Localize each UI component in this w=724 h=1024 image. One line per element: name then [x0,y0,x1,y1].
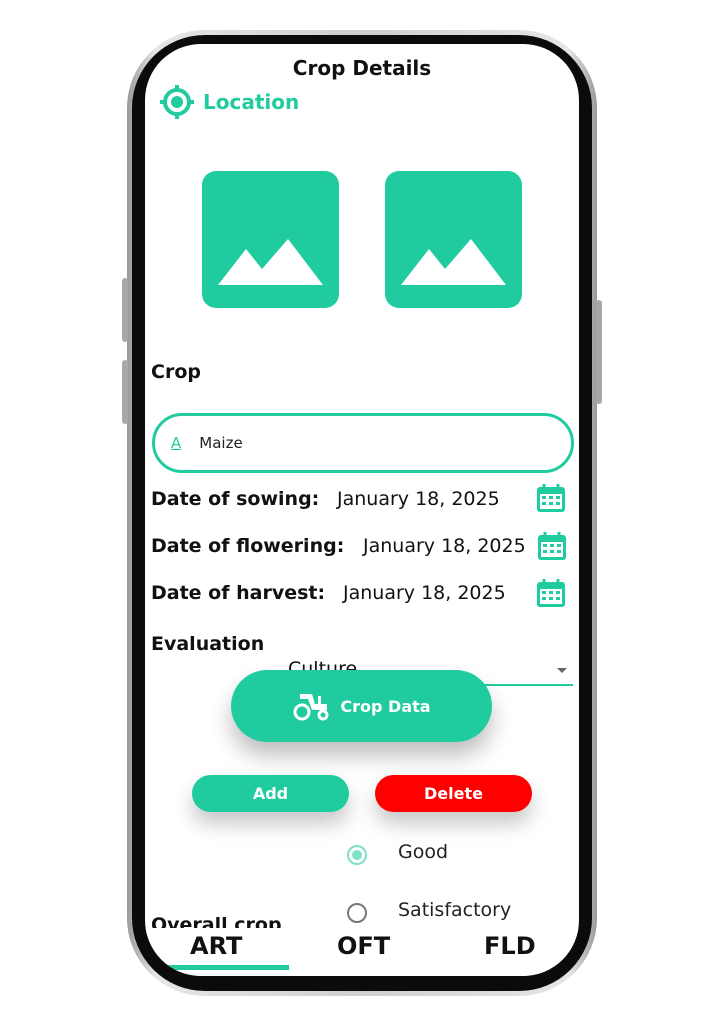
crop-data-label: Crop Data [340,696,431,716]
add-button[interactable]: Add [192,775,349,812]
radio-good-label: Good [398,841,449,863]
crop-image-2[interactable] [385,171,522,308]
delete-button[interactable]: Delete [375,775,532,812]
location-label: Location [203,90,300,114]
crop-value: Maize [199,434,243,452]
tab-fld[interactable]: FLD [484,932,536,960]
volume-up-button [122,278,128,342]
tractor-icon [293,694,329,721]
harvest-label: Date of harvest: [151,582,326,604]
harvest-date[interactable]: January 18, 2025 [343,582,506,604]
calendar-icon[interactable] [535,482,567,514]
screen: Crop Details Location Crop A Maize Date … [145,44,579,976]
image-placeholder-icon [218,239,323,285]
radio-good[interactable] [347,845,367,865]
calendar-icon[interactable] [536,530,568,562]
active-tab-indicator [165,965,289,970]
radio-satisfactory-label: Satisfactory [398,899,512,921]
page-title: Crop Details [292,56,432,80]
dropdown-arrow-icon [557,668,567,673]
text-format-icon: A [171,434,182,452]
sowing-label: Date of sowing: [151,488,320,510]
location-button[interactable]: Location [159,84,299,120]
calendar-icon[interactable] [535,577,567,609]
volume-down-button [122,360,128,424]
flowering-date[interactable]: January 18, 2025 [363,535,526,557]
location-target-icon [160,85,194,119]
image-placeholder-icon [401,239,506,285]
evaluation-label: Evaluation [151,633,265,655]
tab-oft[interactable]: OFT [337,932,390,960]
crop-image-1[interactable] [202,171,339,308]
crop-label: Crop [151,361,201,383]
crop-data-button[interactable]: Crop Data [231,670,492,742]
bottom-tabs: ART OFT FLD [145,928,579,976]
crop-input[interactable]: A Maize [152,413,574,473]
power-button [596,300,602,404]
radio-satisfactory[interactable] [347,903,367,923]
flowering-label: Date of flowering: [151,535,345,557]
tab-art[interactable]: ART [190,932,242,960]
sowing-date[interactable]: January 18, 2025 [337,488,500,510]
